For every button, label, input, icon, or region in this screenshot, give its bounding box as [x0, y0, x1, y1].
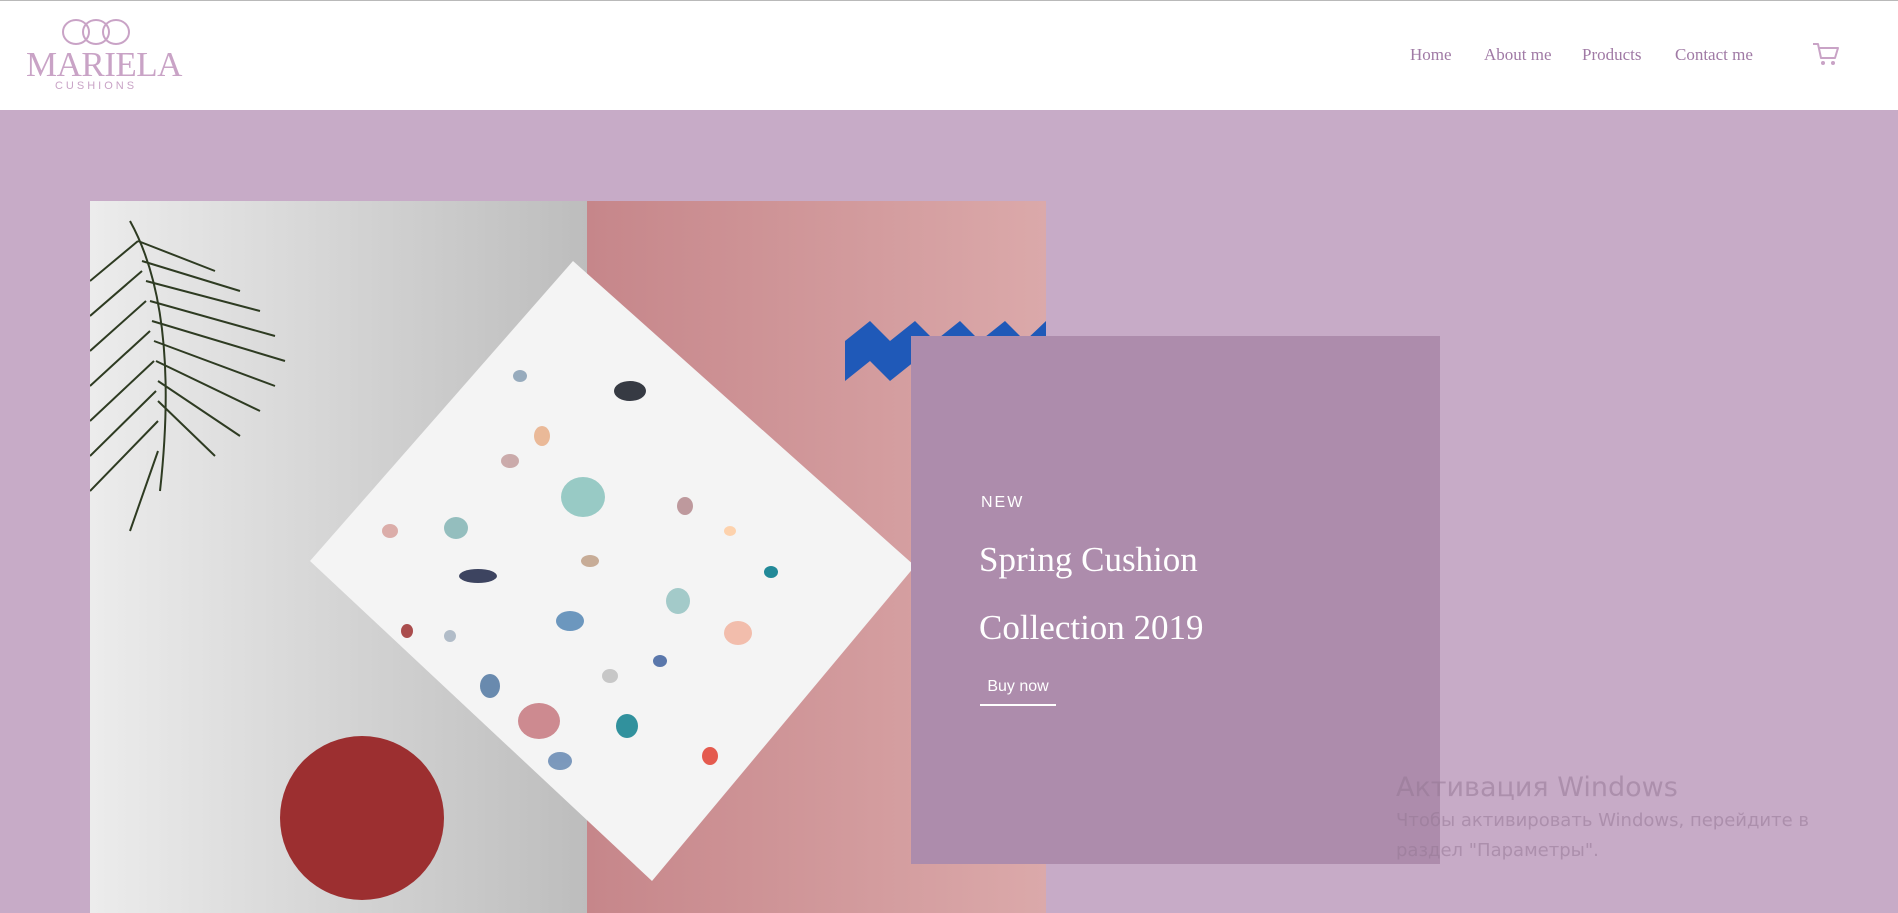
hero-title-line1: Spring Cushion — [979, 540, 1198, 579]
nav-link-home[interactable]: Home — [1410, 45, 1452, 65]
logo-rings-icon — [62, 19, 130, 45]
nav-link-products[interactable]: Products — [1582, 45, 1642, 65]
nav-link-about[interactable]: About me — [1484, 45, 1552, 65]
site-header: MARIELA CUSHIONS Home About me Products … — [0, 0, 1898, 110]
brand-subtitle: CUSHIONS — [54, 80, 138, 92]
nav-link-contact[interactable]: Contact me — [1675, 45, 1753, 65]
hero-title-line2: Collection 2019 — [979, 608, 1204, 647]
windows-activation-watermark: Активация Windows Чтобы активировать Win… — [1396, 770, 1896, 866]
shopping-cart-icon[interactable] — [1812, 41, 1840, 67]
buy-now-button[interactable]: Buy now — [980, 678, 1056, 706]
watermark-line1: Чтобы активировать Windows, перейдите в — [1396, 810, 1810, 831]
brand-logo[interactable]: MARIELA CUSHIONS — [26, 15, 182, 93]
promo-panel: NEW Spring Cushion Collection 2019 Buy n… — [911, 336, 1440, 864]
new-tag: NEW — [981, 494, 1025, 511]
watermark-title: Активация Windows — [1396, 772, 1678, 803]
watermark-line2: раздел "Параметры". — [1396, 840, 1599, 861]
hero-product-image — [90, 201, 1046, 913]
brand-name: MARIELA — [26, 45, 182, 84]
hero-title: Spring Cushion Collection 2019 — [979, 526, 1399, 662]
